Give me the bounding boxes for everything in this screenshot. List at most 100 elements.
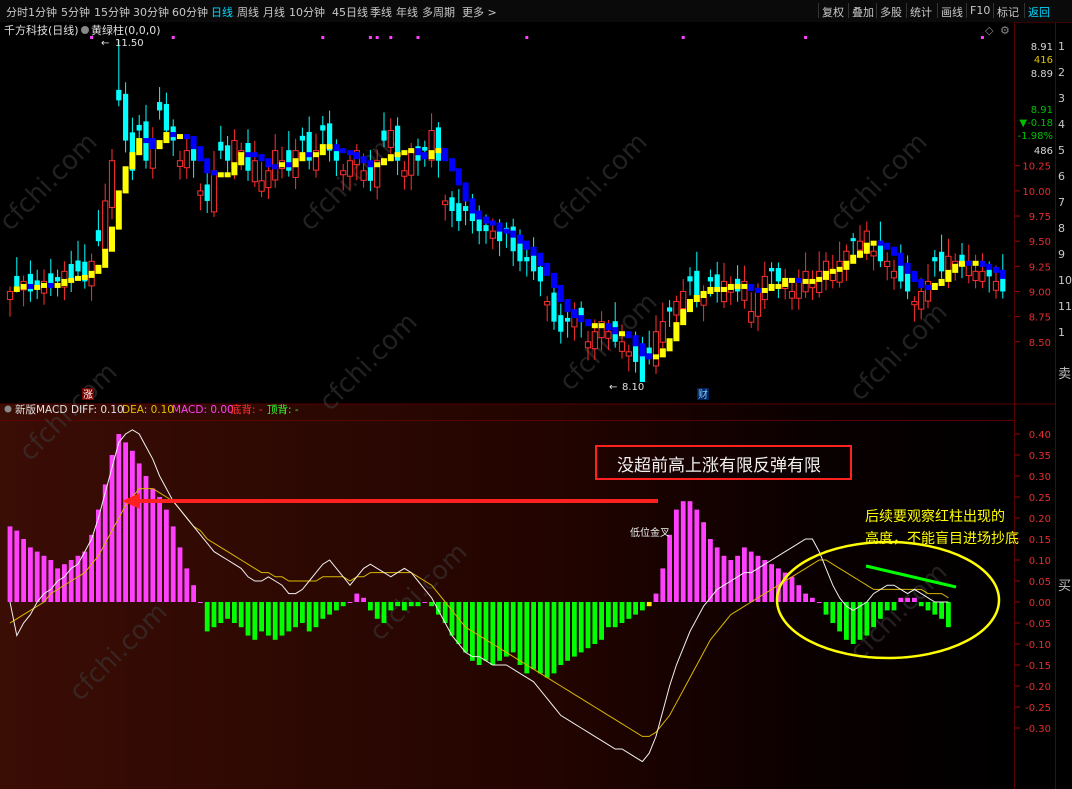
macd-bar xyxy=(742,547,747,602)
toolbar-separator xyxy=(876,3,877,18)
ma-segment xyxy=(285,162,292,168)
candle-body xyxy=(258,180,265,192)
candle-body xyxy=(659,321,666,343)
macd-bar xyxy=(823,602,829,615)
toolbar-button[interactable]: F10 xyxy=(970,4,990,17)
candle-body xyxy=(218,141,224,151)
settings-icon[interactable]: ⚙ xyxy=(1000,24,1010,37)
ma-segment xyxy=(129,152,136,170)
macd-bar xyxy=(320,602,326,619)
macd-bar xyxy=(28,547,33,602)
period-tab[interactable]: 分时 xyxy=(6,4,28,20)
period-tab[interactable]: 季线 xyxy=(370,4,392,20)
macd-bar xyxy=(449,602,455,636)
stock-title: 千方科技(日线) xyxy=(4,23,79,37)
macd-bar xyxy=(456,602,462,644)
candle-body xyxy=(401,170,408,177)
yellow-note-line1: 后续要观察红柱出现的 xyxy=(865,508,1005,525)
bottom-divergence-label: 底背: - xyxy=(231,403,263,416)
candle-body xyxy=(123,93,129,141)
toolbar-button[interactable]: 复权 xyxy=(822,4,844,20)
macd-bar xyxy=(191,585,196,602)
candle-body xyxy=(870,250,877,257)
badge-number: 5 xyxy=(1058,144,1065,157)
macd-tick-label: -0.30 xyxy=(1025,724,1051,735)
period-tab[interactable]: 周线 xyxy=(237,4,259,20)
macd-bar xyxy=(680,501,686,602)
ma-segment xyxy=(911,270,918,282)
period-tab[interactable]: 5分钟 xyxy=(61,4,90,20)
period-tab[interactable]: 年线 xyxy=(396,4,418,20)
macd-tick-label: 0.00 xyxy=(1029,598,1051,609)
period-tab[interactable]: 30分钟 xyxy=(133,4,169,20)
macd-bar xyxy=(891,602,897,611)
ma-segment xyxy=(544,262,551,276)
price-tick-label: 10.00 xyxy=(1022,187,1051,198)
candle-body xyxy=(537,266,543,282)
macd-bar xyxy=(150,488,156,602)
ma-segment xyxy=(598,323,605,329)
macd-bar xyxy=(300,602,305,623)
signal-dot xyxy=(980,36,984,39)
period-tab[interactable]: 10分钟 xyxy=(289,4,325,20)
period-tab[interactable]: 15分钟 xyxy=(94,4,130,20)
ma-segment xyxy=(258,154,265,162)
toolbar-button[interactable]: 统计 xyxy=(910,4,932,20)
toolbar-button[interactable]: 叠加 xyxy=(852,4,874,20)
quote-info-value: 8.89 xyxy=(1031,69,1053,80)
candle-body xyxy=(979,270,986,282)
ma-segment xyxy=(605,323,612,331)
period-tab[interactable]: 45日线 xyxy=(332,4,368,20)
indicator-settings-icon[interactable] xyxy=(81,26,89,34)
macd-bar xyxy=(313,602,319,628)
macd-bar xyxy=(395,602,400,607)
macd-tick-label: 0.20 xyxy=(1029,514,1051,525)
ma-segment xyxy=(918,278,925,288)
macd-bar xyxy=(646,602,652,607)
candle-body xyxy=(55,277,61,282)
macd-bar xyxy=(497,602,502,661)
ma-segment xyxy=(959,260,965,267)
price-tick-label: 8.50 xyxy=(1029,338,1051,349)
macd-bar xyxy=(225,602,230,619)
macd-bar xyxy=(925,602,931,611)
ma-segment xyxy=(775,283,782,289)
stock-chart: cfchi.com cfchi.com cfchi.com cfchi.com … xyxy=(0,22,1072,789)
macd-bar xyxy=(599,602,604,640)
toolbar-button[interactable]: 标记 xyxy=(997,4,1019,20)
candle-body xyxy=(652,331,660,367)
ma-segment xyxy=(965,260,972,266)
macd-settings-icon[interactable] xyxy=(4,405,12,413)
period-tab[interactable]: 更多 > xyxy=(462,4,497,20)
candle-body xyxy=(748,311,755,323)
ma-segment xyxy=(177,134,183,140)
candle-body xyxy=(75,260,81,272)
ma-segment xyxy=(721,286,727,292)
ma-segment xyxy=(54,282,61,288)
candle-body xyxy=(754,290,762,317)
badge-number: 6 xyxy=(1058,170,1065,183)
macd-tick-label: -0.20 xyxy=(1025,682,1051,693)
ma-segment xyxy=(217,172,224,178)
signal-dot xyxy=(90,36,94,39)
signal-dot xyxy=(368,36,372,39)
ma-segment xyxy=(659,348,666,358)
quote-info-value: 486 xyxy=(1034,146,1053,157)
low-label: 8.10 xyxy=(622,382,644,393)
candle-body xyxy=(286,150,292,171)
period-tab[interactable]: 多周期 xyxy=(422,4,455,20)
toolbar-button[interactable]: 返回 xyxy=(1028,4,1050,20)
diamond-icon[interactable]: ◇ xyxy=(985,24,994,37)
ma-segment xyxy=(245,152,251,158)
zhang-label: 涨 xyxy=(83,389,93,401)
period-tab[interactable]: 月线 xyxy=(263,4,285,20)
macd-tick-label: -0.25 xyxy=(1025,703,1051,714)
macd-bar xyxy=(510,602,516,653)
period-tab[interactable]: 60分钟 xyxy=(172,4,208,20)
candle-body xyxy=(265,170,272,189)
period-tab[interactable]: 1分钟 xyxy=(28,4,57,20)
toolbar-button[interactable]: 多股 xyxy=(880,4,902,20)
toolbar-button[interactable]: 画线 xyxy=(941,4,963,20)
period-tab[interactable]: 日线 xyxy=(211,4,233,20)
candle-body xyxy=(157,102,163,111)
